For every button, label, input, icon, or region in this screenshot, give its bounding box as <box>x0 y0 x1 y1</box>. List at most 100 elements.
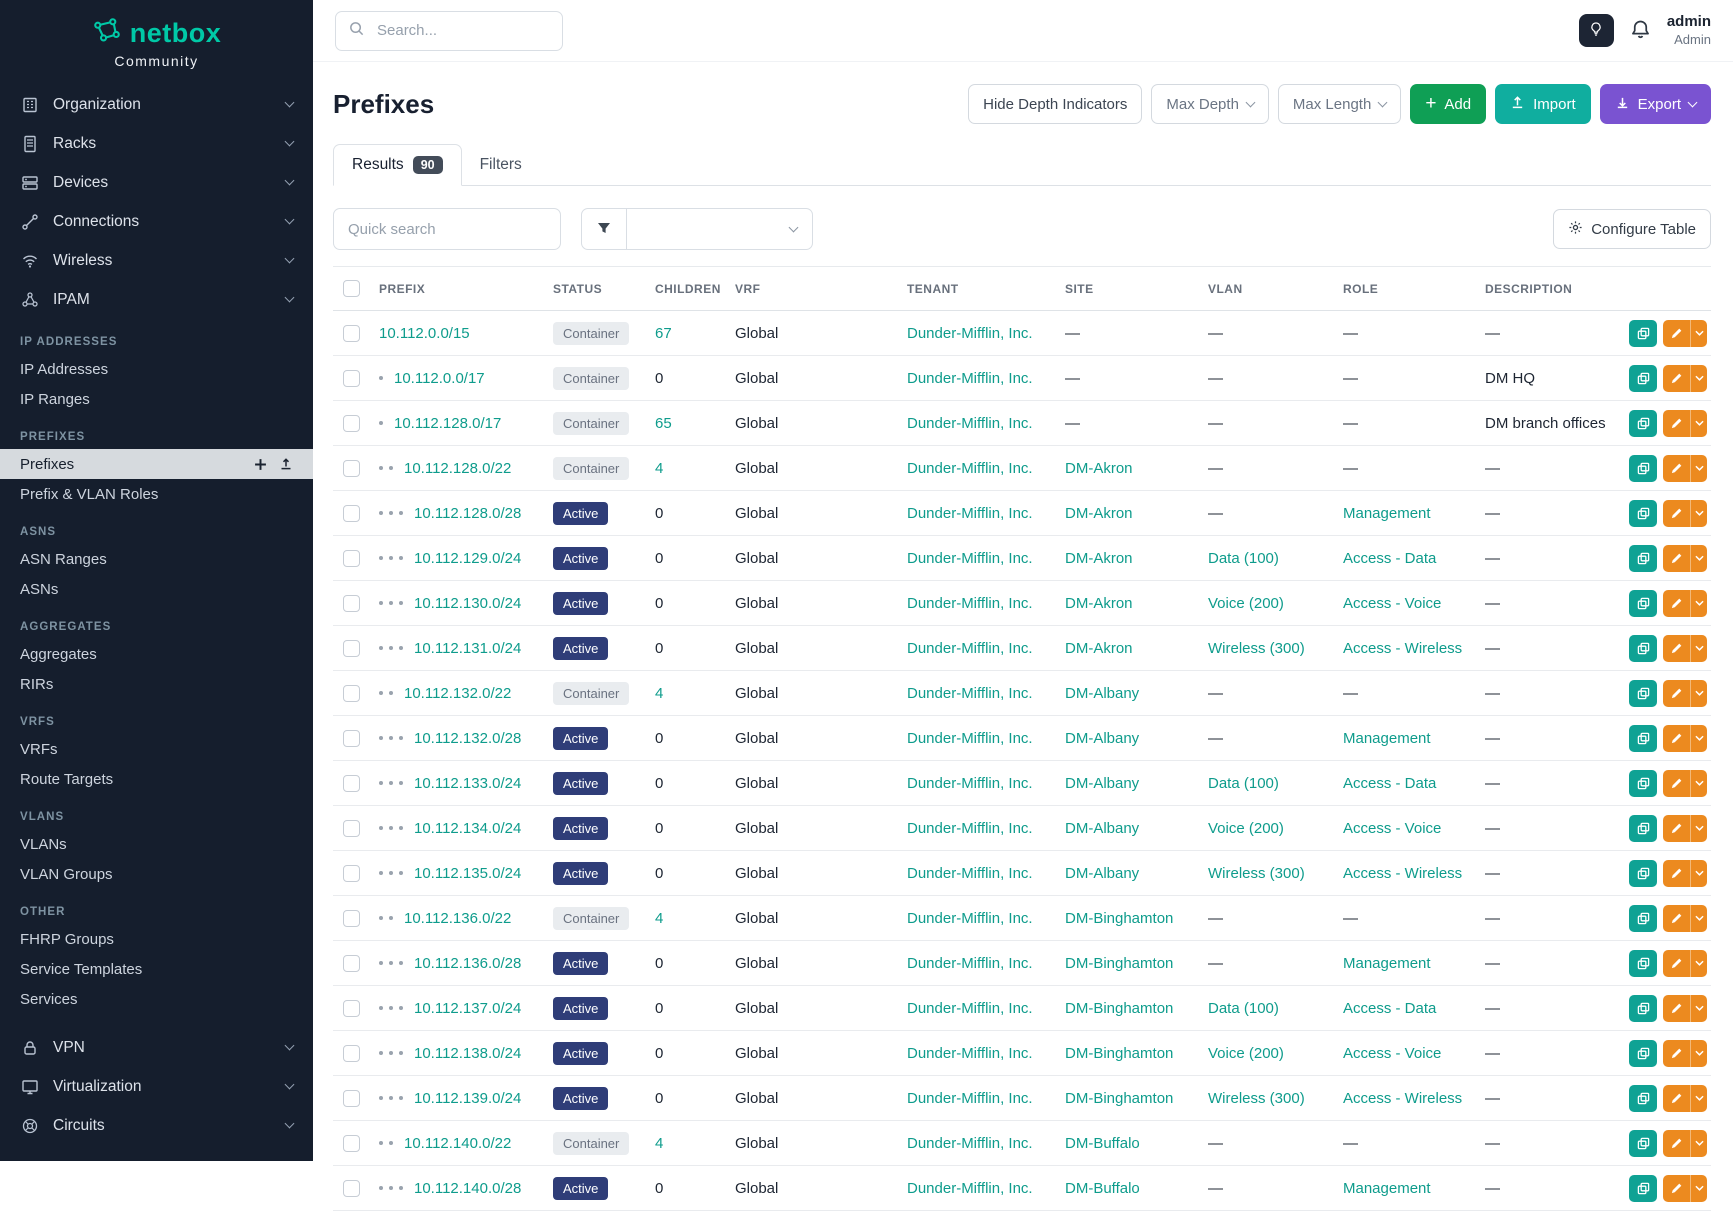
global-search[interactable] <box>335 11 563 51</box>
prefix-link[interactable]: 10.112.138.0/24 <box>414 1045 521 1062</box>
site-link[interactable]: DM-Albany <box>1065 865 1139 882</box>
sidebar-item-vrfs[interactable]: VRFs <box>0 734 313 764</box>
hide-depth-indicators-button[interactable]: Hide Depth Indicators <box>968 84 1142 124</box>
copy-button[interactable] <box>1629 1085 1657 1112</box>
column-header-site[interactable]: SITE <box>1055 267 1198 311</box>
tenant-link[interactable]: Dunder-Mifflin, Inc. <box>907 325 1033 342</box>
role-link[interactable]: Access - Data <box>1343 550 1436 567</box>
quick-search[interactable] <box>333 208 561 250</box>
row-checkbox[interactable] <box>343 820 360 837</box>
edit-dropdown-toggle[interactable] <box>1690 590 1707 617</box>
role-link[interactable]: Access - Wireless <box>1343 640 1462 657</box>
edit-dropdown-toggle[interactable] <box>1690 680 1707 707</box>
edit-dropdown-toggle[interactable] <box>1690 860 1707 887</box>
vlan-link[interactable]: Voice (200) <box>1208 1045 1284 1062</box>
tenant-link[interactable]: Dunder-Mifflin, Inc. <box>907 370 1033 387</box>
prefix-link[interactable]: 10.112.132.0/22 <box>404 685 511 702</box>
sidebar-item-ip-addresses[interactable]: IP Addresses <box>0 354 313 384</box>
copy-button[interactable] <box>1629 410 1657 437</box>
sidebar-group-organization[interactable]: Organization <box>0 85 313 124</box>
edit-dropdown-toggle[interactable] <box>1690 455 1707 482</box>
edit-dropdown-toggle[interactable] <box>1690 725 1707 752</box>
tenant-link[interactable]: Dunder-Mifflin, Inc. <box>907 505 1033 522</box>
max-depth-dropdown[interactable]: Max Depth <box>1151 84 1269 124</box>
edit-dropdown-toggle[interactable] <box>1690 1175 1707 1202</box>
role-link[interactable]: Access - Voice <box>1343 1045 1441 1062</box>
site-link[interactable]: DM-Binghamton <box>1065 955 1173 972</box>
site-link[interactable]: DM-Albany <box>1065 685 1139 702</box>
role-link[interactable]: Access - Data <box>1343 1000 1436 1017</box>
column-header-description[interactable]: DESCRIPTION <box>1475 267 1619 311</box>
prefix-link[interactable]: 10.112.131.0/24 <box>414 640 521 657</box>
quick-search-input[interactable] <box>346 220 548 239</box>
notifications-button[interactable] <box>1629 18 1652 44</box>
edit-button[interactable] <box>1663 1175 1707 1202</box>
role-link[interactable]: Access - Wireless <box>1343 1090 1462 1107</box>
edit-dropdown-toggle[interactable] <box>1690 770 1707 797</box>
row-checkbox[interactable] <box>343 910 360 927</box>
row-checkbox[interactable] <box>343 370 360 387</box>
role-link[interactable]: Management <box>1343 505 1431 522</box>
sidebar-group-racks[interactable]: Racks <box>0 124 313 163</box>
edit-dropdown-toggle[interactable] <box>1690 500 1707 527</box>
filter-button[interactable] <box>581 208 627 250</box>
sidebar-item-asn-ranges[interactable]: ASN Ranges <box>0 544 313 574</box>
children-count-link[interactable]: 4 <box>655 1135 663 1152</box>
children-count-link[interactable]: 67 <box>655 325 672 342</box>
edit-button[interactable] <box>1663 635 1707 662</box>
export-button[interactable]: Export <box>1600 84 1711 124</box>
tenant-link[interactable]: Dunder-Mifflin, Inc. <box>907 415 1033 432</box>
tenant-link[interactable]: Dunder-Mifflin, Inc. <box>907 775 1033 792</box>
prefix-link[interactable]: 10.112.128.0/28 <box>414 505 521 522</box>
edit-button[interactable] <box>1663 545 1707 572</box>
copy-button[interactable] <box>1629 905 1657 932</box>
copy-button[interactable] <box>1629 1130 1657 1157</box>
row-checkbox[interactable] <box>343 865 360 882</box>
copy-button[interactable] <box>1629 635 1657 662</box>
edit-dropdown-toggle[interactable] <box>1690 410 1707 437</box>
copy-button[interactable] <box>1629 950 1657 977</box>
column-header-tenant[interactable]: TENANT <box>897 267 1055 311</box>
site-link[interactable]: DM-Buffalo <box>1065 1180 1140 1197</box>
row-checkbox[interactable] <box>343 1180 360 1197</box>
children-count-link[interactable]: 4 <box>655 685 663 702</box>
global-search-input[interactable] <box>375 21 550 40</box>
vlan-link[interactable]: Data (100) <box>1208 1000 1279 1017</box>
sidebar-item-aggregates[interactable]: Aggregates <box>0 639 313 669</box>
sidebar-item-ip-ranges[interactable]: IP Ranges <box>0 384 313 414</box>
children-count-link[interactable]: 4 <box>655 910 663 927</box>
edit-button[interactable] <box>1663 725 1707 752</box>
copy-button[interactable] <box>1629 320 1657 347</box>
row-checkbox[interactable] <box>343 685 360 702</box>
sidebar-group-ipam[interactable]: IPAM <box>0 280 313 319</box>
prefix-link[interactable]: 10.112.140.0/22 <box>404 1135 511 1152</box>
copy-button[interactable] <box>1629 455 1657 482</box>
edit-button[interactable] <box>1663 1085 1707 1112</box>
copy-button[interactable] <box>1629 995 1657 1022</box>
role-link[interactable]: Management <box>1343 955 1431 972</box>
prefix-link[interactable]: 10.112.134.0/24 <box>414 820 521 837</box>
site-link[interactable]: DM-Akron <box>1065 550 1133 567</box>
sidebar-item-route-targets[interactable]: Route Targets <box>0 764 313 794</box>
edit-dropdown-toggle[interactable] <box>1690 545 1707 572</box>
role-link[interactable]: Management <box>1343 730 1431 747</box>
row-checkbox[interactable] <box>343 550 360 567</box>
select-all-checkbox[interactable] <box>343 280 360 297</box>
site-link[interactable]: DM-Binghamton <box>1065 1045 1173 1062</box>
edit-button[interactable] <box>1663 1130 1707 1157</box>
vlan-link[interactable]: Wireless (300) <box>1208 640 1305 657</box>
column-header-vlan[interactable]: VLAN <box>1198 267 1333 311</box>
sidebar-group-wireless[interactable]: Wireless <box>0 241 313 280</box>
row-checkbox[interactable] <box>343 1045 360 1062</box>
edit-button[interactable] <box>1663 995 1707 1022</box>
prefix-link[interactable]: 10.112.133.0/24 <box>414 775 521 792</box>
prefix-link[interactable]: 10.112.0.0/15 <box>379 325 470 342</box>
sidebar-group-connections[interactable]: Connections <box>0 202 313 241</box>
edit-button[interactable] <box>1663 815 1707 842</box>
edit-button[interactable] <box>1663 455 1707 482</box>
max-length-dropdown[interactable]: Max Length <box>1278 84 1401 124</box>
site-link[interactable]: DM-Buffalo <box>1065 1135 1140 1152</box>
theme-toggle-button[interactable] <box>1579 14 1614 47</box>
role-link[interactable]: Management <box>1343 1180 1431 1197</box>
quick-add-button[interactable] <box>254 458 267 471</box>
